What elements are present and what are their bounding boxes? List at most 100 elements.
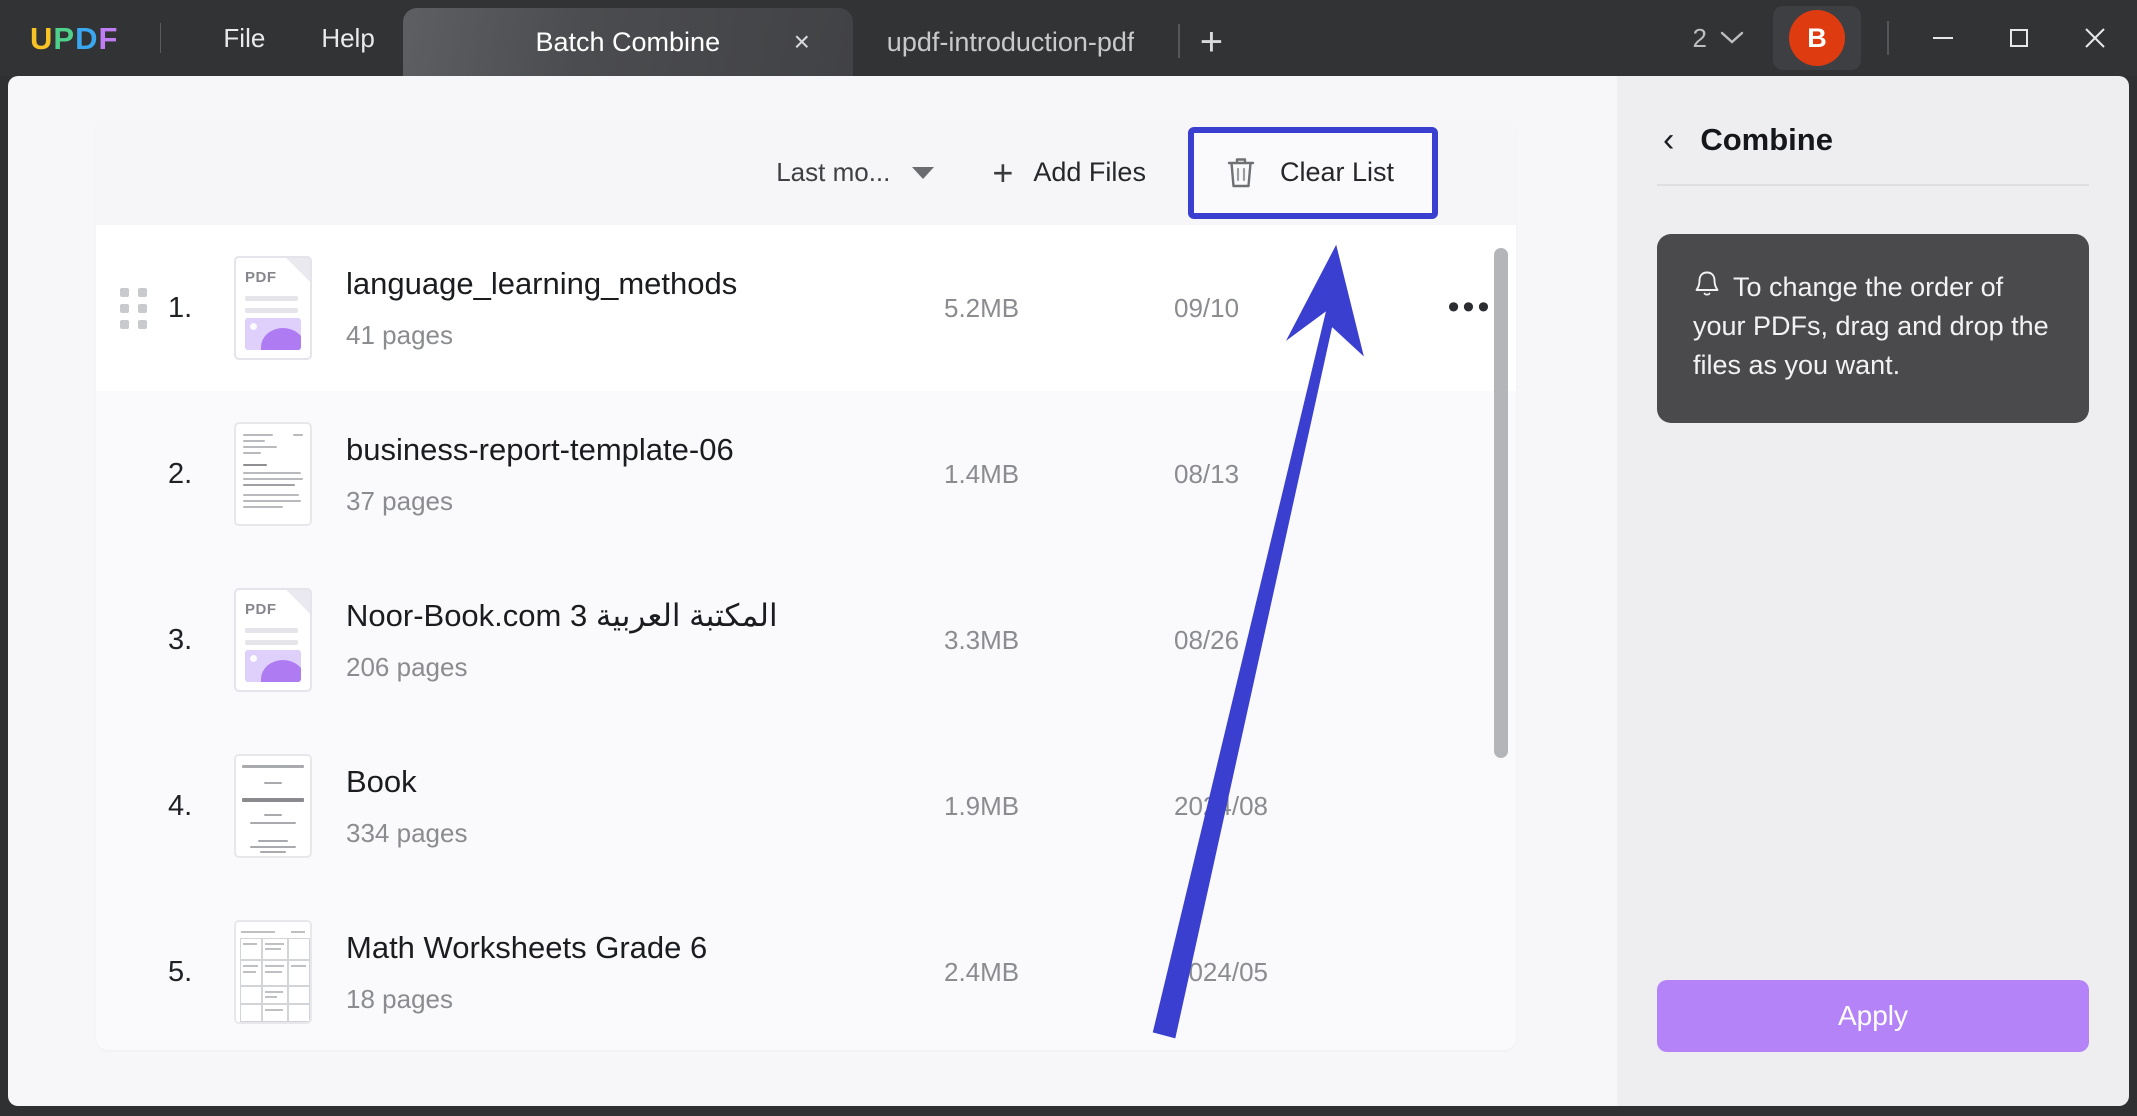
menu-file[interactable]: File [195,0,293,76]
file-meta: language_learning_methods 41 pages [346,266,944,351]
clear-list-highlight-box: Clear List [1187,126,1438,219]
file-thumbnail: PDF [234,588,312,692]
file-date: 09/10 [1174,292,1240,323]
file-thumbnail [234,920,312,1024]
file-size: 1.9MB [944,790,1020,821]
panel-spacer [1657,423,2089,980]
close-icon [2085,28,2105,48]
chevron-down-icon [1720,31,1744,44]
drag-handle-icon[interactable] [120,287,158,329]
avatar: B [1789,10,1845,66]
file-thumbnail [234,422,312,526]
back-chevron-icon[interactable]: ‹ [1663,123,1674,157]
clear-list-button[interactable]: Clear List [1197,136,1428,209]
row-index: 2. [168,457,193,490]
brand-divider [160,23,162,53]
panel-divider [1657,184,2089,186]
add-files-label: Add Files [1033,157,1146,187]
table-row[interactable]: 3. PDF Noor-Book.com 3 المكتبة العربية 2… [96,557,1516,723]
maximize-button[interactable] [1981,0,2057,76]
row-index: 4. [168,789,193,822]
table-row[interactable]: 2. business-report-template-06 37 pages … [96,391,1516,557]
controls-divider [1887,21,1889,55]
file-list: 1. PDF language_learning_methods 41 page… [96,225,1516,1050]
file-date: 08/13 [1174,458,1240,489]
file-pages: 206 pages [346,651,468,682]
table-row[interactable]: 1. PDF language_learning_methods 41 page… [96,225,1516,391]
file-list-panel: Last mo... + Add Files Clear List 1. PDF… [96,120,1516,1050]
file-meta: Book 334 pages [346,764,944,849]
row-index: 1. [168,291,193,324]
file-pages: 18 pages [346,983,453,1014]
bell-icon [1695,271,1719,296]
file-pages: 37 pages [346,485,453,516]
tab-batch-combine[interactable]: Batch Combine × [402,8,853,76]
add-files-button[interactable]: + Add Files [992,151,1146,193]
row-index: 5. [168,955,193,988]
sort-dropdown-value: Last mo... [776,157,891,187]
account-button[interactable]: B [1773,6,1861,70]
window-body: Last mo... + Add Files Clear List 1. PDF… [0,76,2137,1116]
page-fold [286,258,310,282]
tab-count-dropdown[interactable]: 2 [1675,10,1763,66]
list-toolbar: Last mo... + Add Files Clear List [96,120,1516,225]
title-bar: UPDF File Help Batch Combine × updf-intr… [0,0,2137,76]
pdf-badge: PDF [245,601,277,618]
list-scrollbar[interactable] [1494,248,1508,758]
file-size: 3.3MB [944,624,1020,655]
file-name: language_learning_methods [346,265,738,301]
thumb-image [245,650,301,682]
logo-letter: P [53,20,76,56]
new-tab-icon[interactable]: + [1180,8,1242,76]
maximize-icon [2010,29,2028,47]
menu-help[interactable]: Help [293,0,402,76]
file-size: 2.4MB [944,956,1020,987]
file-meta: business-report-template-06 37 pages [346,432,944,517]
logo-letter: U [30,20,54,56]
page-fold [286,590,310,614]
tab-strip: Batch Combine × updf-introduction-pdf + [402,0,1675,76]
tab-updf-introduction-pdf[interactable]: updf-introduction-pdf [853,8,1169,76]
file-name: Noor-Book.com 3 المكتبة العربية [346,597,778,633]
file-thumbnail [234,754,312,858]
panel-header: ‹ Combine [1657,110,2089,184]
combine-side-panel: ‹ Combine To change the order of your PD… [1617,76,2129,1106]
plus-icon: + [992,151,1014,193]
clear-list-label: Clear List [1279,157,1394,187]
trash-icon [1227,157,1255,187]
updf-application-window: UPDF File Help Batch Combine × updf-intr… [0,0,2137,1116]
close-button[interactable] [2057,0,2133,76]
apply-button[interactable]: Apply [1657,980,2089,1052]
page-title: Combine [1700,122,1833,157]
combine-content-area: Last mo... + Add Files Clear List 1. PDF… [8,76,1617,1106]
file-pages: 334 pages [346,817,468,848]
caret-down-icon [912,166,935,179]
tab-label: Batch Combine [535,26,721,57]
brand-zone: UPDF File Help [0,0,403,76]
logo-letter: D [75,20,99,56]
file-date: 08/26 [1174,624,1240,655]
minimize-icon [1933,37,1953,39]
row-index: 3. [168,623,193,656]
window-controls: 2 B [1675,0,2137,76]
table-row[interactable]: 5. Math Worksheets Grade 6 18 pages 2.4M… [96,889,1516,1050]
file-name: Book [346,763,417,799]
tab-close-icon[interactable]: × [785,25,819,59]
tip-text: To change the order of your PDFs, drag a… [1693,272,2049,381]
file-size: 5.2MB [944,292,1020,323]
file-size: 1.4MB [944,458,1020,489]
file-date: 2024/08 [1174,790,1268,821]
sort-dropdown[interactable]: Last mo... [776,157,935,188]
tab-count-value: 2 [1692,22,1707,53]
file-meta: Math Worksheets Grade 6 18 pages [346,930,944,1015]
file-date: 2024/05 [1174,956,1268,987]
table-row[interactable]: 4. Book 334 pages 1.9MB 2024/08 [96,723,1516,889]
file-name: business-report-template-06 [346,431,734,467]
pdf-badge: PDF [245,269,277,286]
file-thumbnail: PDF [234,256,312,360]
file-pages: 41 pages [346,319,453,350]
thumb-image [245,318,301,350]
minimize-button[interactable] [1905,0,1981,76]
tab-label: updf-introduction-pdf [886,26,1135,57]
file-name: Math Worksheets Grade 6 [346,929,708,965]
